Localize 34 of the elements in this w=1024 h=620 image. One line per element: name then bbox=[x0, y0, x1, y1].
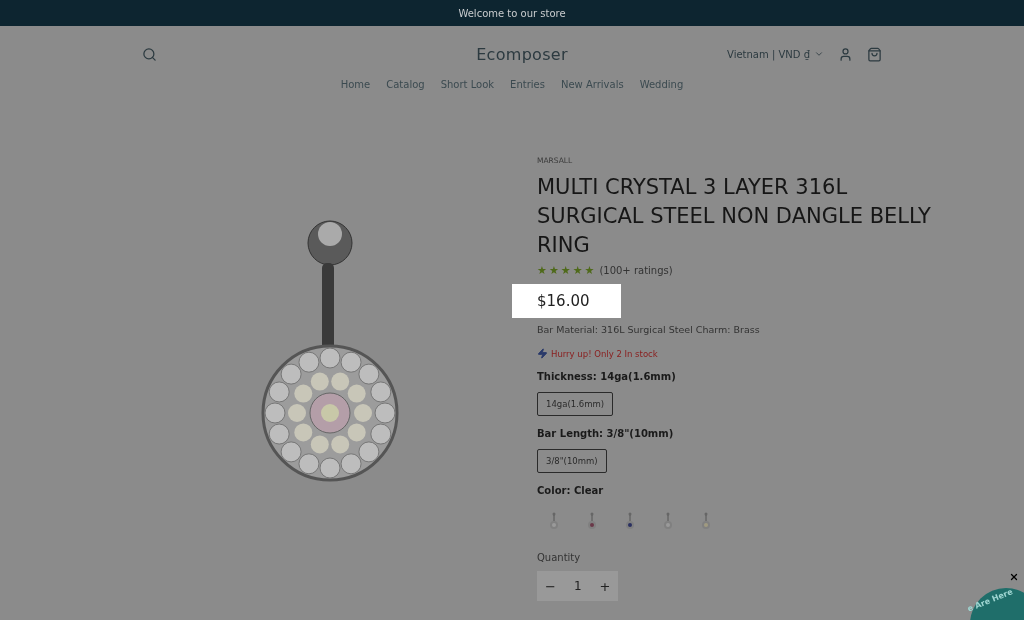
star-icon: ★ bbox=[560, 264, 571, 277]
account-icon[interactable] bbox=[838, 46, 853, 62]
product-description: Bar Material: 316L Surgical Steel Charm: Brass bbox=[537, 324, 760, 335]
nav-link[interactable]: New Arrivals bbox=[560, 79, 624, 90]
option-label: Color: Clear bbox=[537, 485, 604, 496]
store-logo[interactable]: Ecomposer bbox=[476, 44, 568, 64]
nav-link[interactable]: Wedding bbox=[639, 79, 684, 90]
option-button[interactable]: 3/8"(10mm) bbox=[537, 449, 607, 473]
product-title: MULTI CRYSTAL 3 LAYER 316L SURGICAL STEEL NON DANGLE BELLY RING bbox=[537, 174, 932, 259]
star-icon: ★ bbox=[537, 264, 547, 277]
option-label: Bar Length: 3/8"(10mm) bbox=[537, 428, 674, 439]
announcement-text: Welcome to our store bbox=[458, 7, 566, 19]
star-icon: ★ bbox=[572, 264, 583, 277]
search-icon[interactable] bbox=[142, 46, 157, 62]
nav-link[interactable]: Short Look bbox=[440, 79, 495, 90]
close-icon[interactable] bbox=[1009, 572, 1019, 582]
nav-link[interactable]: Entries bbox=[510, 79, 545, 90]
quantity-value: 1 bbox=[573, 579, 582, 593]
stock-warning: Hurry up! Only 2 In stock bbox=[551, 348, 658, 359]
lightning-icon bbox=[537, 348, 548, 359]
nav-link[interactable]: Catalog bbox=[386, 79, 425, 90]
star-icon: ★ bbox=[584, 264, 595, 277]
option-button[interactable]: 14ga(1.6mm) bbox=[537, 392, 614, 416]
option-label: Thickness: 14ga(1.6mm) bbox=[537, 371, 676, 382]
cart-icon[interactable] bbox=[867, 46, 882, 62]
locale-selector[interactable]: Vietnam | VND ₫ bbox=[727, 48, 824, 60]
star-icon: ★ bbox=[548, 264, 559, 277]
decrease-button[interactable]: − bbox=[545, 578, 556, 594]
product-price: $16.00 bbox=[537, 292, 590, 310]
increase-button[interactable]: + bbox=[599, 578, 611, 594]
nav-link[interactable]: Home bbox=[340, 79, 371, 90]
ratings-count: (100+ ratings) bbox=[599, 265, 673, 276]
quantity-label: Quantity bbox=[537, 552, 581, 563]
chevron-down-icon bbox=[814, 49, 824, 59]
